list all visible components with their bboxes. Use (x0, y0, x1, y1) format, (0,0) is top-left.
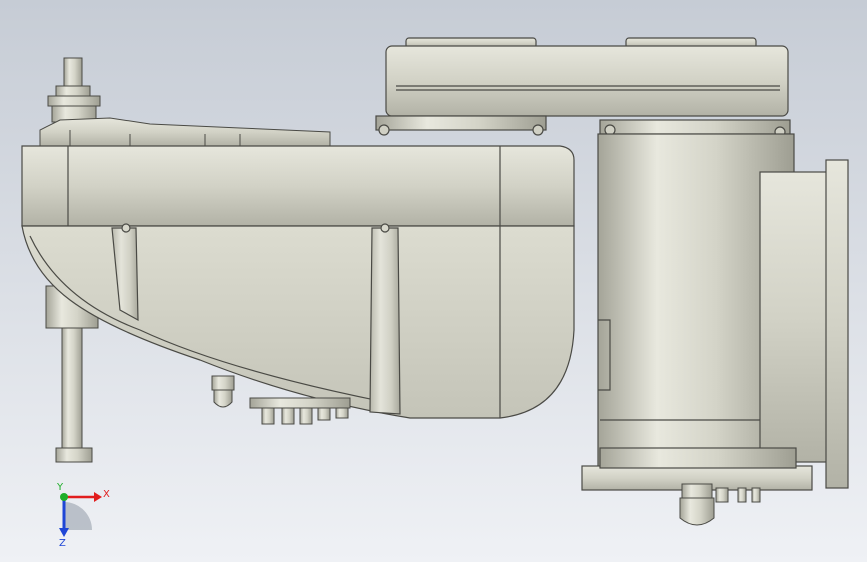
y-axis-label: Y (56, 482, 64, 493)
cad-viewport[interactable]: X Y Z (0, 0, 867, 562)
x-axis-label: X (103, 489, 110, 500)
base-column[interactable] (581, 133, 849, 491)
scara-robot-model[interactable]: X Y Z (0, 0, 867, 562)
z-axis-label: Z (59, 538, 66, 549)
y-axis-dot (60, 493, 68, 501)
